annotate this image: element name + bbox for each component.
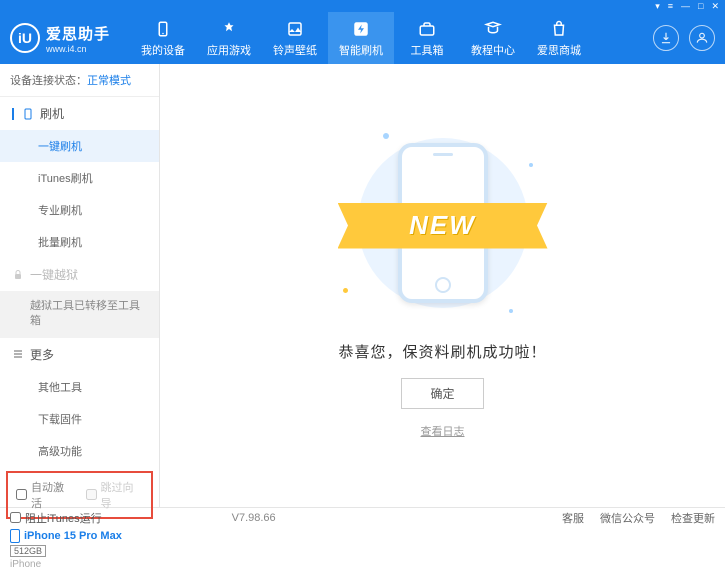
success-message: 恭喜您，保资料刷机成功啦！ — [338, 341, 546, 362]
new-ribbon: NEW — [338, 203, 548, 249]
section-title: 刷机 — [40, 105, 64, 122]
device-info[interactable]: iPhone 15 Pro Max 512GB iPhone — [0, 523, 159, 576]
phone-icon — [22, 107, 34, 121]
sidebar-item-download-firmware[interactable]: 下载固件 — [0, 403, 159, 435]
footer-link-wechat[interactable]: 微信公众号 — [600, 510, 655, 526]
nav-label: 爱思商城 — [537, 42, 581, 58]
nav-tutorials[interactable]: 教程中心 — [460, 12, 526, 64]
sidebar-item-advanced[interactable]: 高级功能 — [0, 435, 159, 467]
main-content: NEW 恭喜您，保资料刷机成功啦！ 确定 查看日志 — [160, 64, 725, 507]
apps-icon — [219, 19, 239, 39]
connection-status: 设备连接状态：正常模式 — [0, 64, 159, 97]
ok-button[interactable]: 确定 — [401, 378, 483, 409]
sidebar-item-other-tools[interactable]: 其他工具 — [0, 371, 159, 403]
header-right — [653, 25, 715, 51]
nav-my-device[interactable]: 我的设备 — [130, 12, 196, 64]
phone-mini-icon — [10, 529, 20, 543]
sidebar-section-jailbreak: 一键越狱 — [0, 258, 159, 291]
titlebar-dropdown-icon[interactable]: ▾ — [655, 1, 660, 12]
success-illustration: NEW — [343, 133, 543, 323]
user-button[interactable] — [689, 25, 715, 51]
lock-icon — [12, 269, 24, 281]
close-button[interactable]: ✕ — [711, 1, 719, 12]
skip-guide-checkbox[interactable]: 跳过向导 — [86, 479, 144, 511]
sidebar-section-more[interactable]: 更多 — [0, 338, 159, 371]
toolbox-icon — [417, 19, 437, 39]
store-icon — [549, 19, 569, 39]
nav-label: 工具箱 — [411, 42, 444, 58]
header: iU 爱思助手 www.i4.cn 我的设备 应用游戏 铃声壁纸 智能刷机 工具… — [0, 12, 725, 64]
sidebar-jailbreak-note: 越狱工具已转移至工具箱 — [0, 291, 159, 338]
nav-label: 教程中心 — [471, 42, 515, 58]
sidebar-item-pro-flash[interactable]: 专业刷机 — [0, 194, 159, 226]
logo[interactable]: iU 爱思助手 www.i4.cn — [10, 23, 110, 54]
app-url: www.i4.cn — [46, 44, 110, 54]
nav-apps-games[interactable]: 应用游戏 — [196, 12, 262, 64]
sidebar-item-onekey-flash[interactable]: 一键刷机 — [0, 130, 159, 162]
section-title: 一键越狱 — [30, 266, 78, 283]
sidebar-item-batch-flash[interactable]: 批量刷机 — [0, 226, 159, 258]
version-label: V7.98.66 — [232, 512, 276, 524]
sidebar-item-itunes-flash[interactable]: iTunes刷机 — [0, 162, 159, 194]
footer-link-support[interactable]: 客服 — [562, 510, 584, 526]
nav-toolbox[interactable]: 工具箱 — [394, 12, 460, 64]
sidebar: 设备连接状态：正常模式 刷机 一键刷机 iTunes刷机 专业刷机 批量刷机 一… — [0, 64, 160, 507]
download-button[interactable] — [653, 25, 679, 51]
tutorials-icon — [483, 19, 503, 39]
app-title: 爱思助手 — [46, 23, 110, 44]
section-title: 更多 — [30, 346, 54, 363]
nav-label: 智能刷机 — [339, 42, 383, 58]
block-itunes-checkbox[interactable]: 阻止iTunes运行 — [10, 510, 102, 526]
sidebar-section-flash[interactable]: 刷机 — [0, 97, 159, 130]
menu-icon — [12, 348, 24, 360]
nav-label: 我的设备 — [141, 42, 185, 58]
maximize-button[interactable]: □ — [698, 1, 703, 11]
view-log-link[interactable]: 查看日志 — [421, 423, 465, 439]
nav-label: 铃声壁纸 — [273, 42, 317, 58]
top-nav: 我的设备 应用游戏 铃声壁纸 智能刷机 工具箱 教程中心 爱思商城 — [130, 12, 653, 64]
device-type: iPhone — [10, 559, 149, 570]
footer-link-update[interactable]: 检查更新 — [671, 510, 715, 526]
nav-smart-flash[interactable]: 智能刷机 — [328, 12, 394, 64]
device-icon — [153, 19, 173, 39]
nav-ringtone-wallpaper[interactable]: 铃声壁纸 — [262, 12, 328, 64]
flash-icon — [351, 19, 371, 39]
nav-store[interactable]: 爱思商城 — [526, 12, 592, 64]
minimize-button[interactable]: — — [681, 1, 690, 11]
nav-label: 应用游戏 — [207, 42, 251, 58]
storage-badge: 512GB — [10, 545, 46, 557]
logo-icon: iU — [10, 23, 40, 53]
auto-activate-checkbox[interactable]: 自动激活 — [16, 479, 74, 511]
wallpaper-icon — [285, 19, 305, 39]
titlebar-menu-icon[interactable]: ≡ — [668, 1, 673, 11]
titlebar: ▾ ≡ — □ ✕ — [0, 0, 725, 12]
